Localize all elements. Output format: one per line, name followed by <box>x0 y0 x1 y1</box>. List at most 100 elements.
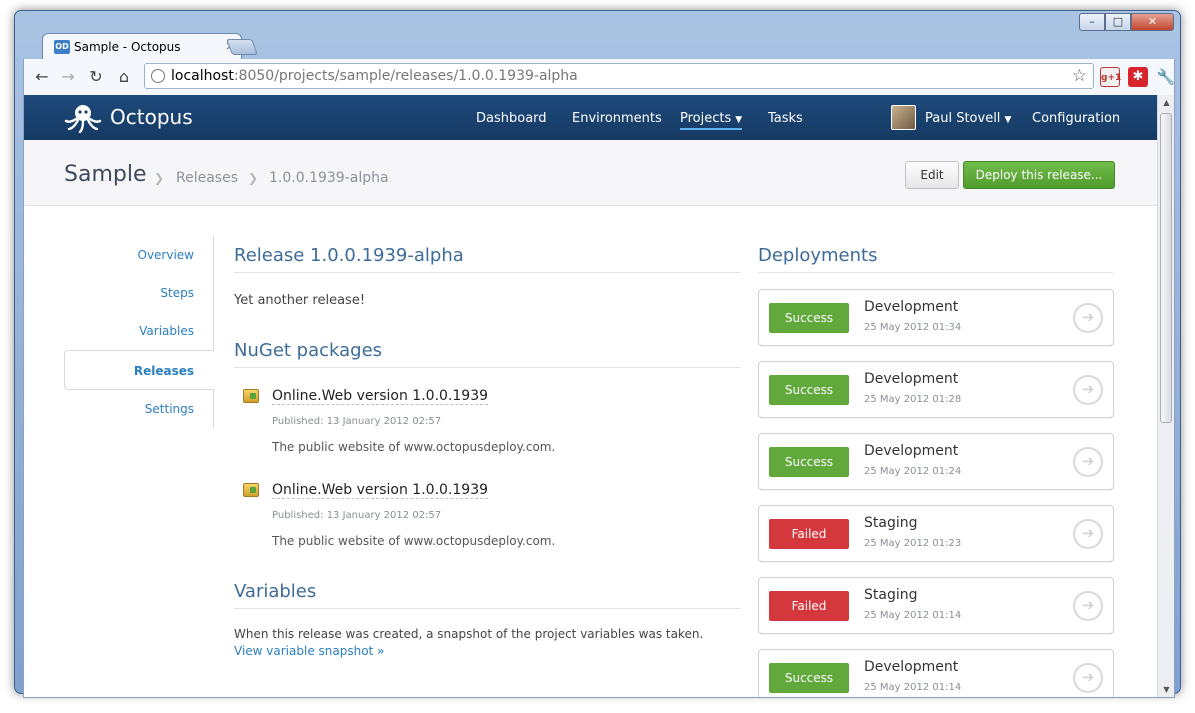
deployment-card[interactable]: Failed Staging 25 May 2012 01:14 ➔ <box>758 577 1114 634</box>
new-tab-button[interactable] <box>226 39 258 55</box>
status-badge: Failed <box>769 519 849 549</box>
variables-title: Variables <box>234 581 317 602</box>
sidebar-divider <box>213 236 214 428</box>
octopus-favicon-icon: OD <box>54 40 70 54</box>
breadcrumb: Sample ❯ Releases ❯ 1.0.0.1939-alpha Edi… <box>24 140 1159 206</box>
package-description: The public website of www.octopusdeploy.… <box>272 534 556 548</box>
divider <box>758 272 1113 273</box>
scrollbar-thumb[interactable] <box>1160 113 1172 423</box>
deployments-title: Deployments <box>758 245 878 266</box>
chevron-down-icon: ▼ <box>1004 115 1012 125</box>
edit-button[interactable]: Edit <box>905 161 959 189</box>
sidebar-item-steps[interactable]: Steps <box>160 286 194 300</box>
deployment-environment: Staging <box>864 515 918 531</box>
nav-environments[interactable]: Environments <box>572 111 662 126</box>
view-variable-snapshot-link[interactable]: View variable snapshot » <box>234 644 384 658</box>
sidebar-item-overview[interactable]: Overview <box>138 248 195 262</box>
sidebar-item-releases[interactable]: Releases <box>64 350 214 390</box>
bookmark-star-icon[interactable]: ☆ <box>1072 66 1087 86</box>
nav-tasks[interactable]: Tasks <box>768 111 803 126</box>
status-badge: Failed <box>769 591 849 621</box>
status-badge: Success <box>769 447 849 477</box>
arrow-right-icon[interactable]: ➔ <box>1073 303 1103 333</box>
reload-icon[interactable]: ↻ <box>86 67 106 86</box>
minimize-button[interactable]: – <box>1079 13 1105 31</box>
tab-title: Sample - Octopus <box>74 40 181 54</box>
octopus-page: Octopus Dashboard Environments Projects ▼… <box>24 95 1159 697</box>
status-badge: Success <box>769 375 849 405</box>
deployment-date: 25 May 2012 01:14 <box>864 682 962 693</box>
home-icon[interactable]: ⌂ <box>114 67 134 86</box>
deployment-card[interactable]: Success Development 25 May 2012 01:14 ➔ <box>758 649 1114 697</box>
package-published: Published: 13 January 2012 02:57 <box>272 416 442 427</box>
nav-projects-label: Projects <box>680 111 732 126</box>
breadcrumb-release: 1.0.0.1939-alpha <box>269 170 389 186</box>
sidebar-item-label: Releases <box>133 364 194 378</box>
nav-configuration[interactable]: Configuration <box>1032 111 1120 126</box>
forward-icon[interactable]: → <box>58 67 78 86</box>
deployment-environment: Development <box>864 299 959 315</box>
package-description: The public website of www.octopusdeploy.… <box>272 440 556 454</box>
arrow-right-icon[interactable]: ➔ <box>1073 447 1103 477</box>
divider <box>234 272 740 273</box>
google-plus-extension-icon[interactable]: g+1 <box>1100 67 1121 87</box>
status-badge: Success <box>769 303 849 333</box>
variables-text: When this release was created, a snapsho… <box>234 627 704 641</box>
back-icon[interactable]: ← <box>32 67 52 86</box>
avatar[interactable] <box>891 105 916 130</box>
user-menu[interactable]: Paul Stovell ▼ <box>925 111 1011 126</box>
deployment-environment: Development <box>864 371 959 387</box>
nav-dashboard[interactable]: Dashboard <box>476 111 547 126</box>
status-badge: Success <box>769 663 849 693</box>
arrow-right-icon[interactable]: ➔ <box>1073 375 1103 405</box>
user-name: Paul Stovell <box>925 111 1001 126</box>
deployment-date: 25 May 2012 01:14 <box>864 610 962 621</box>
chevron-down-icon: ▼ <box>735 115 743 125</box>
deployment-environment: Development <box>864 443 959 459</box>
divider <box>234 608 740 609</box>
deployment-date: 25 May 2012 01:23 <box>864 538 962 549</box>
package-icon <box>243 389 259 403</box>
scroll-down-icon[interactable]: ▼ <box>1158 682 1174 697</box>
sidebar-item-settings[interactable]: Settings <box>145 402 194 416</box>
package-name[interactable]: Online.Web version 1.0.0.1939 <box>272 388 489 405</box>
package-name[interactable]: Online.Web version 1.0.0.1939 <box>272 482 489 499</box>
deployment-card[interactable]: Success Development 25 May 2012 01:28 ➔ <box>758 361 1114 418</box>
app-header: Octopus Dashboard Environments Projects ▼… <box>24 95 1159 140</box>
arrow-right-icon[interactable]: ➔ <box>1073 663 1103 693</box>
logo-text[interactable]: Octopus <box>110 105 193 129</box>
globe-icon <box>151 69 165 83</box>
deployment-card[interactable]: Failed Staging 25 May 2012 01:23 ➔ <box>758 505 1114 562</box>
deployment-date: 25 May 2012 01:28 <box>864 394 962 405</box>
arrow-right-icon[interactable]: ➔ <box>1073 591 1103 621</box>
browser-window: – □ ✕ OD Sample - Octopus × ← → ↻ ⌂ loca… <box>14 10 1181 698</box>
deploy-release-button[interactable]: Deploy this release... <box>963 161 1115 189</box>
vertical-scrollbar[interactable]: ▲ ▼ <box>1157 95 1174 697</box>
deployment-environment: Staging <box>864 587 918 603</box>
package-icon <box>243 483 259 497</box>
deployment-card[interactable]: Success Development 25 May 2012 01:34 ➔ <box>758 289 1114 346</box>
close-window-button[interactable]: ✕ <box>1131 13 1174 31</box>
nav-projects[interactable]: Projects ▼ <box>680 111 743 130</box>
wrench-icon[interactable]: 🔧 <box>1156 67 1176 87</box>
release-title: Release 1.0.0.1939-alpha <box>234 245 464 266</box>
browser-tab[interactable]: OD Sample - Octopus × <box>42 33 242 60</box>
nuget-packages-title: NuGet packages <box>234 340 383 361</box>
arrow-right-icon[interactable]: ➔ <box>1073 519 1103 549</box>
maximize-button[interactable]: □ <box>1105 13 1131 31</box>
divider <box>234 367 740 368</box>
browser-toolbar: ← → ↻ ⌂ localhost:8050/projects/sample/r… <box>23 59 1175 95</box>
breadcrumb-project[interactable]: Sample <box>64 162 147 187</box>
deployment-environment: Development <box>864 659 959 675</box>
scroll-up-icon[interactable]: ▲ <box>1158 95 1174 111</box>
address-bar[interactable]: localhost:8050/projects/sample/releases/… <box>144 63 1094 89</box>
deployment-card[interactable]: Success Development 25 May 2012 01:24 ➔ <box>758 433 1114 490</box>
window-controls: – □ ✕ <box>1079 13 1174 31</box>
breadcrumb-releases[interactable]: Releases <box>176 170 238 186</box>
release-notes: Yet another release! <box>234 293 366 308</box>
url-text[interactable]: localhost:8050/projects/sample/releases/… <box>171 68 578 84</box>
chevron-right-icon: ❯ <box>154 171 165 185</box>
octopus-logo-icon[interactable] <box>64 103 102 133</box>
sidebar-item-variables[interactable]: Variables <box>139 324 194 338</box>
lastpass-extension-icon[interactable]: ✱ <box>1128 67 1148 87</box>
